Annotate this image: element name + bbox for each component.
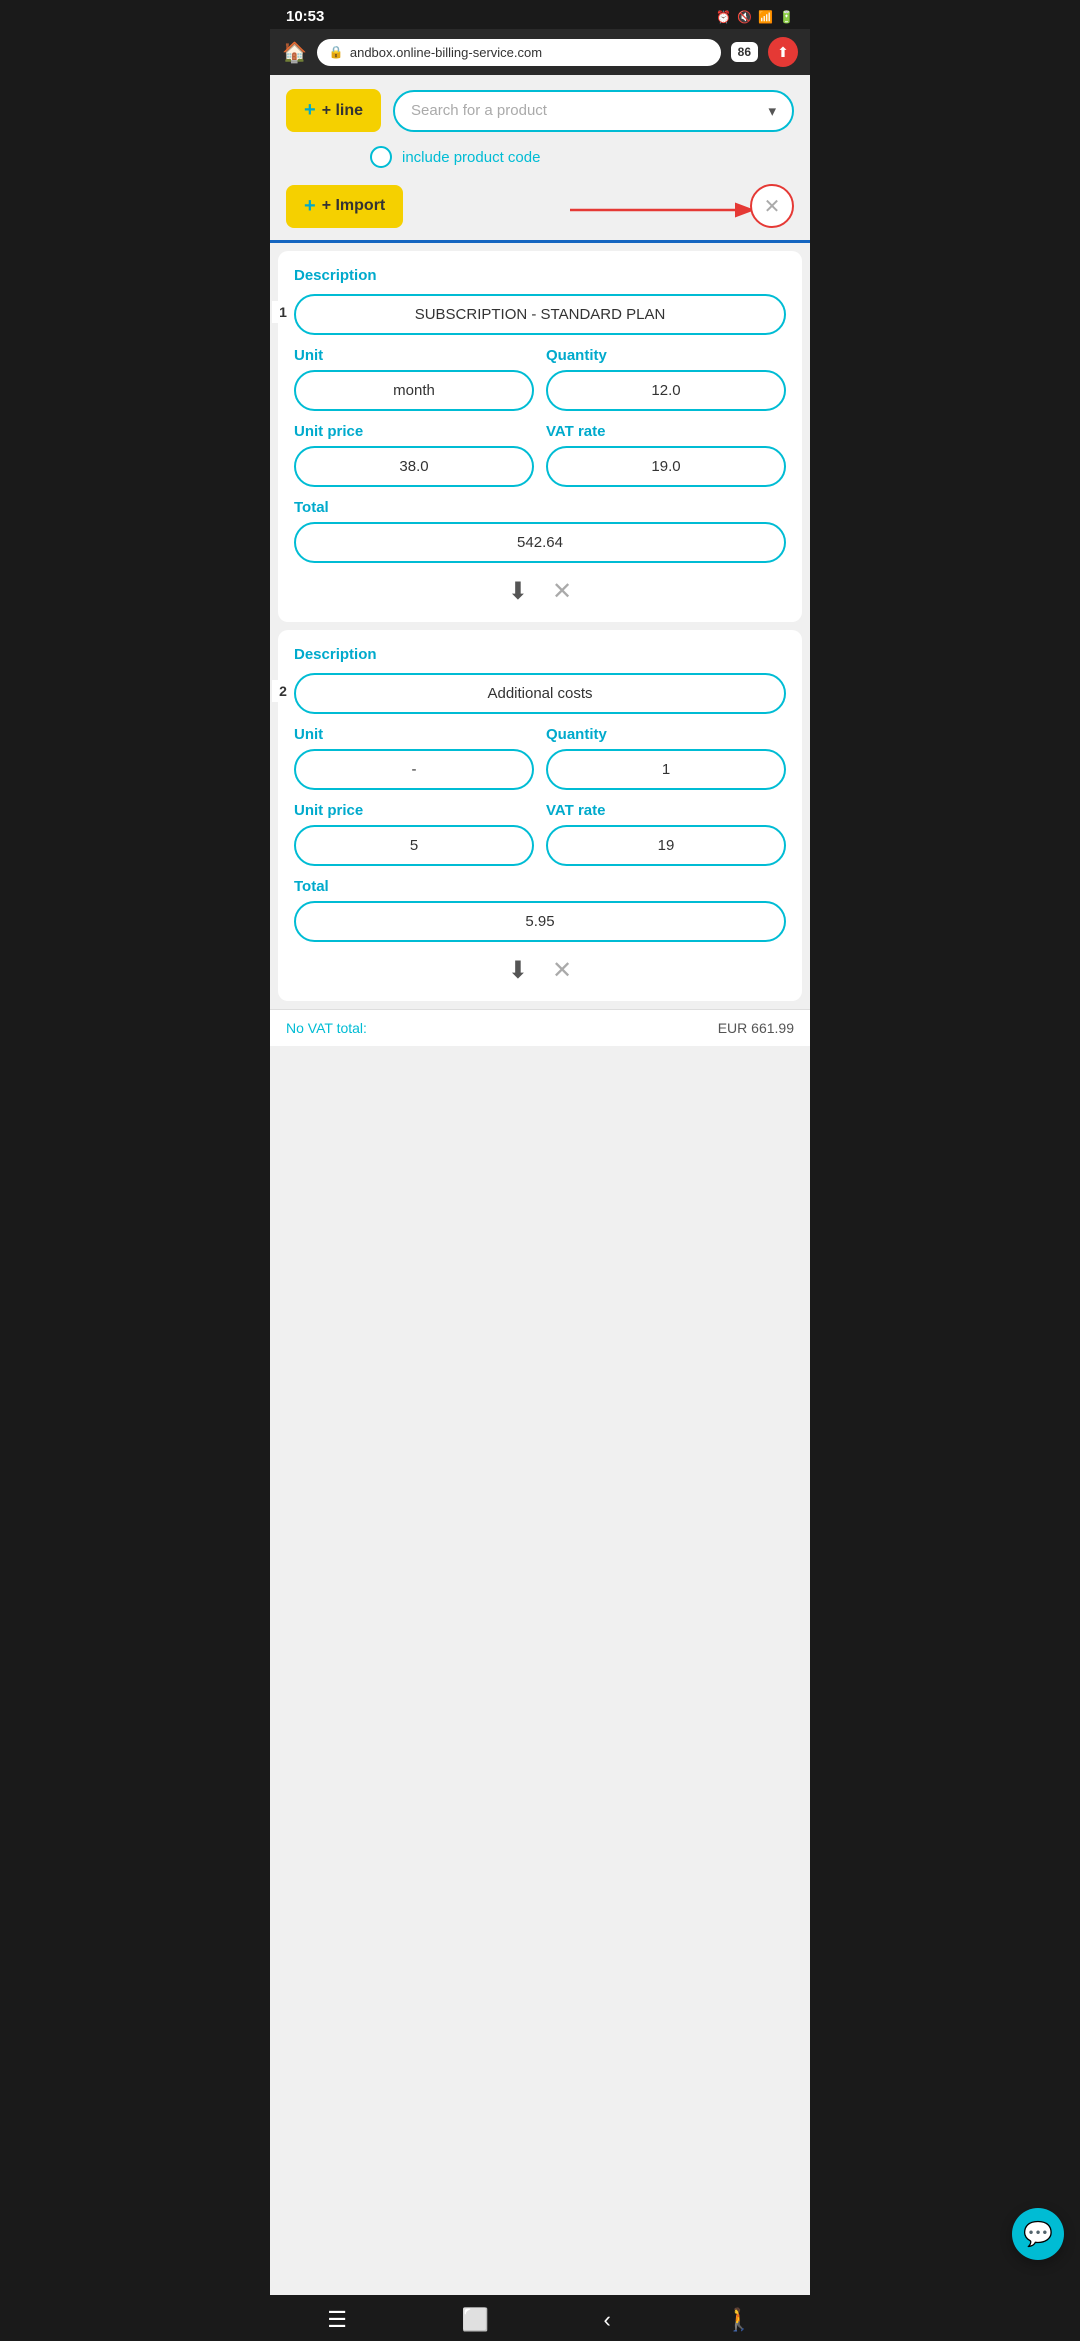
item-2-action-icons: ⬇ ✕ (294, 956, 786, 985)
close-button[interactable]: ✕ (750, 184, 794, 228)
item-2-price-vat-row: Unit price VAT rate (294, 802, 786, 866)
product-code-radio[interactable] (370, 146, 392, 168)
item-1-unitprice-group: Unit price (294, 423, 534, 487)
nav-menu-icon[interactable]: ☰ (327, 2307, 347, 2333)
footer-summary: No VAT total: EUR 661.99 (270, 1009, 810, 1046)
battery-icon: 🔋 (779, 10, 794, 24)
section-divider (270, 240, 810, 243)
status-icons: ⏰ 🔇 📶 🔋 (716, 10, 794, 24)
item-2-description-group: Description (294, 646, 786, 714)
item-2-save-icon[interactable]: ⬇ (508, 956, 528, 985)
upload-icon: ⬆ (777, 44, 789, 61)
item-2-vatrate-input[interactable] (546, 825, 786, 866)
item-2-delete-icon[interactable]: ✕ (552, 956, 572, 985)
item-1-quantity-label: Quantity (546, 347, 786, 364)
bottom-nav: ☰ ⬜ ‹ 🚶 (270, 2295, 810, 2341)
item-2-total-input[interactable] (294, 901, 786, 942)
item-1-description-input[interactable] (294, 294, 786, 335)
item-2-quantity-group: Quantity (546, 726, 786, 790)
item-1-quantity-input[interactable] (546, 370, 786, 411)
action-bar: + + line Search for a product ▾ (270, 75, 810, 142)
search-placeholder: Search for a product (411, 102, 547, 119)
plus-icon: + (304, 99, 316, 122)
item-2-quantity-label: Quantity (546, 726, 786, 743)
item-1-action-icons: ⬇ ✕ (294, 577, 786, 606)
nav-back-icon[interactable]: ‹ (603, 2307, 610, 2333)
item-1-section: 1 Description Unit Quantity Unit price V… (278, 251, 802, 622)
add-line-label: + line (322, 102, 363, 120)
item-1-total-label: Total (294, 499, 786, 516)
chat-button[interactable]: 💬 (1012, 2208, 1064, 2260)
add-line-button[interactable]: + + line (286, 89, 381, 132)
item-1-vatrate-label: VAT rate (546, 423, 786, 440)
item-1-unit-group: Unit (294, 347, 534, 411)
product-search-dropdown[interactable]: Search for a product ▾ (393, 90, 794, 132)
item-1-unitprice-label: Unit price (294, 423, 534, 440)
item-1-price-vat-row: Unit price VAT rate (294, 423, 786, 487)
item-1-total-group: Total (294, 499, 786, 563)
item-2-unitprice-group: Unit price (294, 802, 534, 866)
item-1-vatrate-input[interactable] (546, 446, 786, 487)
browser-bar: 🏠 🔒 andbox.online-billing-service.com 86… (270, 29, 810, 75)
item-2-unitprice-label: Unit price (294, 802, 534, 819)
chat-icon: 💬 (1023, 2220, 1053, 2249)
item-2-unit-quantity-row: Unit Quantity (294, 726, 786, 790)
item-2-unit-input[interactable] (294, 749, 534, 790)
item-1-description-group: Description (294, 267, 786, 335)
item-2-total-group: Total (294, 878, 786, 942)
close-icon: ✕ (764, 194, 781, 219)
lock-icon: 🔒 (329, 45, 344, 59)
url-text: andbox.online-billing-service.com (350, 45, 542, 60)
item-2-section: 2 Description Unit Quantity Unit price V… (278, 630, 802, 1001)
item-2-total-label: Total (294, 878, 786, 895)
item-1-save-icon[interactable]: ⬇ (508, 577, 528, 606)
item-1-vatrate-group: VAT rate (546, 423, 786, 487)
item-1-unit-label: Unit (294, 347, 534, 364)
item-2-unitprice-input[interactable] (294, 825, 534, 866)
url-bar[interactable]: 🔒 andbox.online-billing-service.com (317, 39, 721, 66)
item-1-delete-icon[interactable]: ✕ (552, 577, 572, 606)
item-2-unit-group: Unit (294, 726, 534, 790)
item-1-description-label: Description (294, 267, 786, 284)
product-code-row: include product code (270, 142, 810, 180)
signal-icon: 📶 (758, 10, 773, 24)
main-content: + + line Search for a product ▾ include … (270, 75, 810, 2295)
alarm-icon: ⏰ (716, 10, 731, 24)
item-2-quantity-input[interactable] (546, 749, 786, 790)
status-bar: 10:53 ⏰ 🔇 📶 🔋 (270, 0, 810, 29)
item-2-vatrate-group: VAT rate (546, 802, 786, 866)
item-1-unitprice-input[interactable] (294, 446, 534, 487)
mute-icon: 🔇 (737, 10, 752, 24)
item-1-total-input[interactable] (294, 522, 786, 563)
item-2-description-label: Description (294, 646, 786, 663)
chevron-down-icon: ▾ (768, 102, 776, 120)
tab-count[interactable]: 86 (731, 42, 758, 62)
item-2-description-input[interactable] (294, 673, 786, 714)
no-vat-label: No VAT total: (286, 1020, 367, 1036)
upload-button[interactable]: ⬆ (768, 37, 798, 67)
import-button[interactable]: + + Import (286, 185, 403, 228)
no-vat-value: EUR 661.99 (718, 1020, 794, 1036)
nav-person-icon[interactable]: 🚶 (725, 2307, 752, 2333)
product-code-label: include product code (402, 149, 540, 166)
item-2-unit-label: Unit (294, 726, 534, 743)
import-bar: + + Import ✕ (270, 180, 810, 240)
item-1-unit-input[interactable] (294, 370, 534, 411)
item-1-quantity-group: Quantity (546, 347, 786, 411)
home-icon[interactable]: 🏠 (282, 40, 307, 65)
import-label: + Import (322, 197, 386, 215)
time: 10:53 (286, 8, 324, 25)
item-1-unit-quantity-row: Unit Quantity (294, 347, 786, 411)
item-1-number: 1 (272, 301, 294, 323)
item-2-vatrate-label: VAT rate (546, 802, 786, 819)
nav-home-icon[interactable]: ⬜ (462, 2307, 489, 2333)
item-2-number: 2 (272, 680, 294, 702)
plus-import-icon: + (304, 195, 316, 218)
